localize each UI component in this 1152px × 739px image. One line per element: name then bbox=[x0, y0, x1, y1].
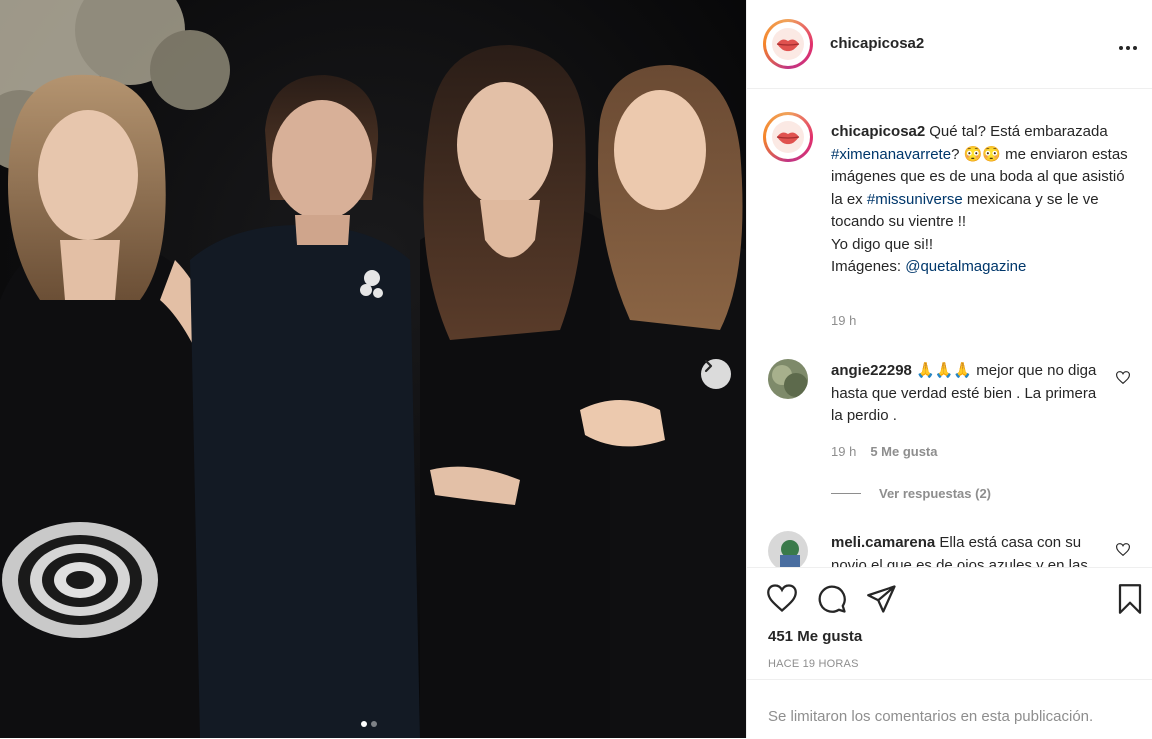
comments-limited-text: Se limitaron los comentarios en esta pub… bbox=[768, 708, 1094, 725]
commenter-username[interactable]: meli.camarena bbox=[831, 534, 935, 551]
commenter-username[interactable]: angie22298 bbox=[831, 362, 912, 379]
like-button[interactable] bbox=[767, 584, 797, 617]
caption-avatar[interactable] bbox=[763, 112, 813, 162]
commenter-avatar[interactable] bbox=[768, 359, 808, 399]
comment-like-button[interactable] bbox=[1115, 543, 1131, 561]
view-replies-button[interactable]: Ver respuestas (2) bbox=[831, 486, 991, 501]
post-details-panel: chicapicosa2 chicapicosa2 Qué tal? Está e… bbox=[746, 0, 1152, 738]
more-options-button[interactable] bbox=[1118, 38, 1138, 56]
heart-icon bbox=[1115, 543, 1131, 557]
post-header: chicapicosa2 bbox=[747, 0, 1152, 89]
caption-username[interactable]: chicapicosa2 bbox=[831, 123, 925, 140]
lips-logo-icon bbox=[772, 121, 804, 153]
caption-text-part: Yo digo que si!! bbox=[831, 235, 934, 253]
heart-icon bbox=[767, 584, 797, 612]
hashtag-link[interactable]: #ximenanavarrete bbox=[831, 146, 951, 163]
comment-likes[interactable]: 5 Me gusta bbox=[870, 444, 937, 459]
heart-icon bbox=[1115, 371, 1131, 385]
likes-count[interactable]: 451 Me gusta bbox=[768, 628, 862, 645]
photo-illustration bbox=[0, 0, 746, 738]
comment-button[interactable] bbox=[817, 584, 847, 619]
avatar-image bbox=[768, 531, 808, 567]
comments-limited-notice: Se limitaron los comentarios en esta pub… bbox=[747, 679, 1152, 739]
mention-link[interactable]: @quetalmagazine bbox=[905, 258, 1026, 275]
bookmark-icon bbox=[1118, 584, 1142, 614]
caption-text-part: Qué tal? Está embarazada bbox=[929, 123, 1108, 140]
lips-logo-icon bbox=[772, 28, 804, 60]
comment-time[interactable]: 19 h bbox=[831, 444, 856, 459]
comment-text: angie22298 🙏🙏🙏 mejor que no diga hasta q… bbox=[831, 360, 1111, 428]
hashtag-link[interactable]: #missuniverse bbox=[867, 191, 963, 208]
share-icon bbox=[867, 585, 896, 613]
author-username[interactable]: chicapicosa2 bbox=[830, 35, 924, 52]
commenter-avatar[interactable] bbox=[768, 531, 808, 567]
avatar-image bbox=[768, 359, 808, 399]
post-photo[interactable] bbox=[0, 0, 746, 738]
chevron-right-icon bbox=[704, 359, 713, 373]
comment-like-button[interactable] bbox=[1115, 371, 1131, 389]
caption-text: chicapicosa2 Qué tal? Está embarazada #xi… bbox=[831, 121, 1131, 279]
author-avatar[interactable] bbox=[763, 19, 813, 69]
comment-text: meli.camarena Ella está casa con su novi… bbox=[831, 532, 1111, 567]
carousel-dot-active bbox=[361, 721, 367, 727]
caption-text-part: Imágenes: bbox=[831, 258, 906, 275]
share-button[interactable] bbox=[867, 585, 897, 618]
comments-section[interactable]: chicapicosa2 Qué tal? Está embarazada #xi… bbox=[747, 89, 1152, 567]
carousel-dot bbox=[371, 721, 377, 727]
comment-meta: 19 h 5 Me gusta bbox=[831, 444, 938, 459]
caption-time[interactable]: 19 h bbox=[831, 313, 856, 328]
comment-icon bbox=[818, 585, 846, 613]
carousel-indicator bbox=[361, 721, 377, 727]
post-actions: 451 Me gusta HACE 19 HORAS bbox=[747, 567, 1152, 680]
save-button[interactable] bbox=[1117, 584, 1143, 619]
post-timestamp[interactable]: HACE 19 HORAS bbox=[768, 658, 859, 670]
more-icon bbox=[1119, 46, 1137, 50]
carousel-next-button[interactable] bbox=[701, 359, 731, 389]
view-replies-label: Ver respuestas (2) bbox=[879, 486, 992, 501]
